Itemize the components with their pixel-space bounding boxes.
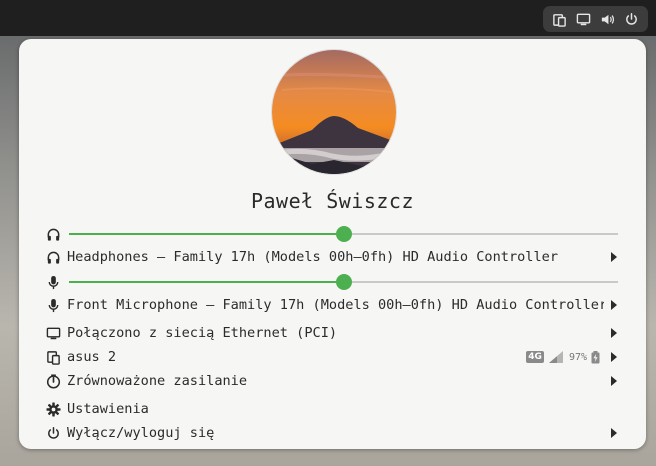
chevron-right-icon bbox=[610, 376, 620, 386]
device-item[interactable]: asus 2 4G 97% bbox=[45, 346, 620, 368]
speaker-icon[interactable] bbox=[599, 10, 617, 28]
output-volume-knob[interactable] bbox=[335, 226, 352, 242]
chevron-right-icon bbox=[610, 300, 620, 310]
device-label: asus 2 bbox=[67, 349, 117, 365]
input-volume-knob[interactable] bbox=[335, 274, 352, 290]
system-tray[interactable] bbox=[543, 6, 648, 32]
monitor-icon[interactable] bbox=[574, 10, 592, 28]
monitor-icon bbox=[45, 325, 61, 341]
battery-percent: 97% bbox=[568, 351, 587, 363]
input-volume-slider[interactable] bbox=[69, 274, 618, 290]
settings-label: Ustawienia bbox=[67, 401, 149, 417]
output-volume-fill bbox=[69, 233, 344, 235]
gauge-icon bbox=[45, 373, 61, 389]
chevron-right-icon bbox=[610, 352, 620, 362]
chevron-right-icon bbox=[610, 428, 620, 438]
gear-icon bbox=[45, 401, 61, 417]
headphones-icon bbox=[45, 226, 61, 242]
output-device-label: Headphones – Family 17h (Models 00h–0fh)… bbox=[67, 249, 559, 265]
top-bar bbox=[0, 0, 656, 36]
input-device-label: Front Microphone – Family 17h (Models 00… bbox=[67, 297, 604, 313]
chevron-right-icon bbox=[610, 328, 620, 338]
avatar bbox=[271, 49, 397, 175]
input-device-item[interactable]: Front Microphone – Family 17h (Models 00… bbox=[45, 294, 620, 316]
power-icon bbox=[45, 425, 61, 441]
signal-icon bbox=[548, 351, 563, 363]
power-off-label: Wyłącz/wyloguj się bbox=[67, 425, 215, 441]
chevron-right-icon bbox=[610, 252, 620, 262]
network-label: Połączono z siecią Ethernet (PCI) bbox=[67, 325, 338, 341]
microphone-icon bbox=[45, 274, 61, 290]
headphones-icon bbox=[45, 249, 61, 265]
power-off-item[interactable]: Wyłącz/wyloguj się bbox=[45, 422, 620, 444]
output-device-item[interactable]: Headphones – Family 17h (Models 00h–0fh)… bbox=[45, 246, 620, 268]
network-item[interactable]: Połączono z siecią Ethernet (PCI) bbox=[45, 322, 620, 344]
phone-icon bbox=[45, 349, 61, 365]
output-volume-row[interactable] bbox=[45, 223, 620, 245]
device-status: 4G 97% bbox=[526, 350, 600, 364]
microphone-icon bbox=[45, 297, 61, 313]
battery-charging-icon bbox=[591, 350, 600, 363]
settings-item[interactable]: Ustawienia bbox=[45, 398, 620, 420]
input-volume-fill bbox=[69, 281, 344, 283]
output-volume-slider[interactable] bbox=[69, 226, 618, 242]
system-menu: Paweł Świszcz Headphones – Family 17h (M… bbox=[19, 39, 646, 449]
power-profile-label: Zrównoważone zasilanie bbox=[67, 373, 248, 389]
power-icon[interactable] bbox=[623, 10, 641, 28]
network-type-badge: 4G bbox=[526, 351, 544, 363]
input-volume-row[interactable] bbox=[45, 271, 620, 293]
power-profile-item[interactable]: Zrównoważone zasilanie bbox=[45, 370, 620, 392]
user-name: Paweł Świszcz bbox=[250, 189, 415, 213]
phone-icon[interactable] bbox=[550, 10, 568, 28]
